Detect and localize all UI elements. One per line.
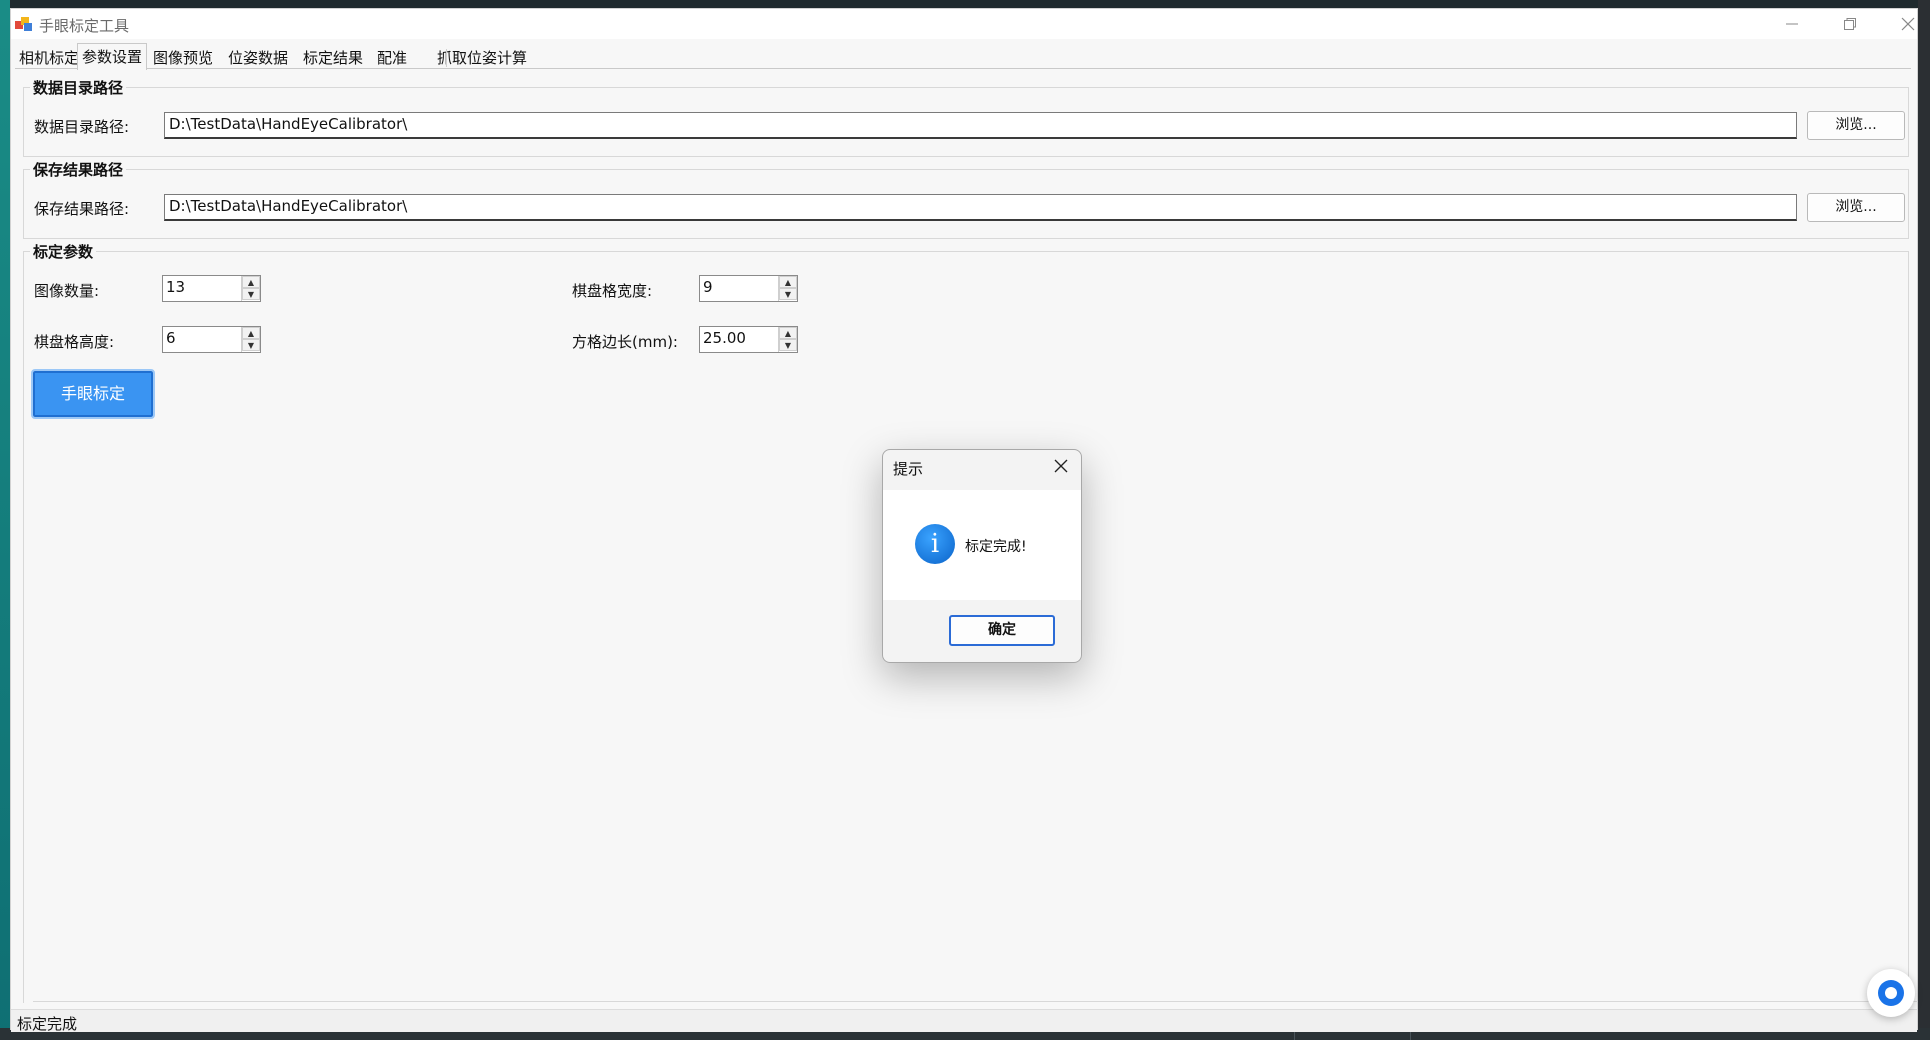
tab-strip: 相机标定 参数设置 图像预览 位姿数据 标定结果 配准 抓取位姿计算 (15, 43, 1910, 70)
tab-underline (15, 68, 1911, 69)
chevron-up-icon: ▲ (247, 277, 255, 287)
square-size-down-button[interactable]: ▼ (779, 339, 797, 351)
square-size-value: 25.00 (703, 329, 746, 347)
minimize-icon (1786, 23, 1798, 25)
save-dir-input[interactable]: D:\TestData\HandEyeCalibrator\ (164, 194, 1797, 221)
board-width-label: 棋盘格宽度: (572, 282, 653, 300)
image-count-label: 图像数量: (34, 282, 100, 300)
board-width-up-button[interactable]: ▲ (779, 276, 797, 288)
status-text: 标定完成 (17, 1015, 78, 1033)
info-icon: i (915, 524, 955, 564)
save-dir-browse-button[interactable]: 浏览... (1807, 193, 1905, 222)
chevron-down-icon: ▼ (247, 289, 255, 299)
tab-camera-calibration[interactable]: 相机标定 (15, 47, 83, 69)
title-bar: 手眼标定工具 (11, 9, 1917, 39)
tab-calibration-result[interactable]: 标定结果 (299, 47, 367, 69)
chevron-up-icon: ▲ (784, 277, 792, 287)
tab-separator (446, 49, 447, 67)
tab-image-preview[interactable]: 图像预览 (149, 47, 217, 69)
tab-grasp-pose[interactable]: 抓取位姿计算 (433, 47, 531, 69)
restore-icon (1844, 18, 1856, 30)
close-window-button[interactable] (1879, 9, 1930, 39)
board-height-up-button[interactable]: ▲ (242, 327, 260, 339)
board-width-stepper[interactable]: 9 ▲ ▼ (699, 275, 798, 302)
chevron-down-icon: ▼ (247, 340, 255, 350)
dialog-close-icon[interactable] (1053, 458, 1069, 474)
board-width-down-button[interactable]: ▼ (779, 288, 797, 300)
data-dir-group: 数据目录路径 数据目录路径: D:\TestData\HandEyeCalibr… (23, 77, 1909, 157)
tab-registration[interactable]: 配准 (373, 47, 411, 69)
board-height-value: 6 (166, 329, 176, 347)
image-count-up-button[interactable]: ▲ (242, 276, 260, 288)
desktop-left-edge (0, 0, 10, 1040)
board-height-label: 棋盘格高度: (34, 333, 115, 351)
minimize-button[interactable] (1763, 9, 1821, 39)
message-dialog: 提示 i 标定完成! 确定 (882, 449, 1082, 663)
dialog-body: i 标定完成! (883, 490, 1081, 600)
image-count-value: 13 (166, 278, 186, 296)
dialog-ok-button[interactable]: 确定 (949, 615, 1055, 646)
window-title: 手眼标定工具 (39, 17, 130, 35)
content-bottom-border (33, 1001, 1918, 1002)
assistant-icon (1878, 980, 1904, 1006)
board-width-value: 9 (703, 278, 713, 296)
restore-button[interactable] (1821, 9, 1879, 39)
desktop-right-edge (1918, 0, 1930, 1040)
chevron-down-icon: ▼ (784, 340, 792, 350)
image-count-down-button[interactable]: ▼ (242, 288, 260, 300)
board-height-stepper[interactable]: 6 ▲ ▼ (162, 326, 261, 353)
data-dir-input[interactable]: D:\TestData\HandEyeCalibrator\ (164, 112, 1797, 139)
chevron-up-icon: ▲ (784, 328, 792, 338)
dialog-title: 提示 (893, 460, 924, 478)
square-size-label: 方格边长(mm): (572, 333, 678, 351)
image-count-stepper[interactable]: 13 ▲ ▼ (162, 275, 261, 302)
hand-eye-calibrate-button[interactable]: 手眼标定 (31, 369, 155, 419)
app-icon (15, 17, 32, 31)
tab-parameter-settings[interactable]: 参数设置 (77, 43, 148, 70)
calib-params-title: 标定参数 (30, 241, 97, 262)
data-dir-group-title: 数据目录路径 (30, 77, 127, 98)
tab-pose-data[interactable]: 位姿数据 (224, 47, 292, 69)
dialog-message: 标定完成! (965, 539, 1027, 555)
data-dir-label: 数据目录路径: (34, 118, 130, 136)
close-icon (1901, 17, 1915, 31)
square-size-up-button[interactable]: ▲ (779, 327, 797, 339)
data-dir-browse-button[interactable]: 浏览... (1807, 111, 1905, 140)
save-dir-label: 保存结果路径: (34, 200, 130, 218)
assistant-float-button[interactable] (1867, 969, 1915, 1017)
save-dir-group: 保存结果路径 保存结果路径: D:\TestData\HandEyeCalibr… (23, 159, 1909, 239)
chevron-up-icon: ▲ (247, 328, 255, 338)
chevron-down-icon: ▼ (784, 289, 792, 299)
status-bar: 标定完成 (11, 1009, 1917, 1033)
square-size-stepper[interactable]: 25.00 ▲ ▼ (699, 326, 798, 353)
board-height-down-button[interactable]: ▼ (242, 339, 260, 351)
save-dir-group-title: 保存结果路径 (30, 159, 127, 180)
